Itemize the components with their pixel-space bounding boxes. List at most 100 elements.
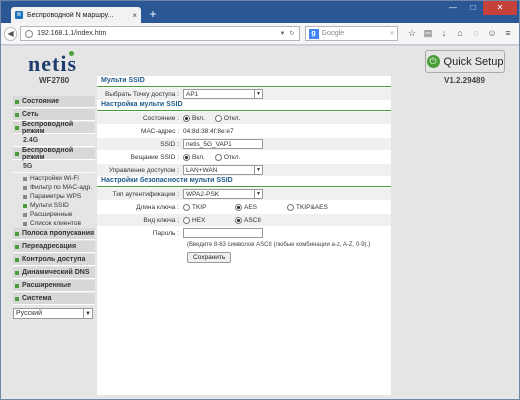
sidebar-item-bandwidth[interactable]: Полоса пропускания — [13, 228, 95, 240]
sidebar-item-forwarding[interactable]: Переадресация — [13, 241, 95, 253]
sidebar-sub-client-list[interactable]: Список клиентов — [13, 219, 95, 228]
bullet-icon — [23, 194, 27, 199]
section-title-multi-ssid-settings: Настройка мульти SSID — [97, 101, 391, 111]
bullet-icon — [15, 125, 19, 130]
ssid-input[interactable]: netis_5G_VAP1 — [183, 139, 263, 149]
keylen-row: Длина ключа : TKIP AES TKIP&AES — [97, 201, 391, 213]
sidebar-sub-multi-ssid[interactable]: Мульти SSID — [13, 201, 95, 210]
browser-tab[interactable]: n Беспроводной N маршру... × — [11, 7, 141, 23]
keytype-ascii-radio[interactable]: ASCII — [235, 216, 261, 224]
menu-icon[interactable]: ≡ — [500, 28, 516, 39]
password-row: Пароль : — [97, 227, 391, 239]
section-title-security: Настройки безопасности мульти SSID — [97, 177, 391, 187]
sidebar-item-ddns[interactable]: Динамический DNS — [13, 267, 95, 279]
maximize-button[interactable]: □ — [463, 1, 483, 15]
language-select[interactable]: Русский ▼ — [13, 308, 93, 319]
bookmark-star-icon[interactable]: ☆ — [404, 28, 420, 39]
password-input[interactable] — [183, 228, 263, 238]
sidebar-item-network[interactable]: Сеть — [13, 109, 95, 121]
search-input[interactable]: Google — [322, 30, 391, 37]
broadcast-on-radio[interactable]: Вкл. — [183, 153, 205, 161]
sidebar-sub-advanced[interactable]: Расширенные — [13, 210, 95, 219]
sidebar-sub-mac-filter[interactable]: Фильтр по MAC-адр. — [13, 183, 95, 192]
sidebar-sub-wps[interactable]: Параметры WPS — [13, 192, 95, 201]
version-label: V1.2.29489 — [444, 76, 485, 85]
reload-icon[interactable]: ↻ — [290, 30, 295, 37]
select-ap-dropdown[interactable]: AP1 ▼ — [183, 89, 263, 99]
bullet-icon — [23, 221, 27, 226]
password-hint: (Введите 8-63 символов ASCII (любые комб… — [187, 242, 371, 248]
keytype-hex-radio[interactable]: HEX — [183, 216, 225, 224]
bullet-icon — [23, 176, 27, 181]
logo-dot — [69, 51, 74, 56]
radio-circle — [214, 114, 222, 122]
save-button[interactable]: Сохранить — [187, 252, 232, 263]
access-label: Управление доступом : — [108, 166, 179, 174]
radio-circle — [287, 203, 294, 211]
broadcast-label: Вещание SSID : — [130, 153, 179, 161]
minimize-button[interactable]: — — [443, 1, 463, 15]
netis-favicon-icon: n — [15, 11, 23, 19]
sidebar-item-wireless-24[interactable]: Беспроводной режим — [13, 121, 95, 135]
radio-circle — [235, 216, 242, 224]
tab-title: Беспроводной N маршру... — [27, 11, 114, 19]
keylen-tkipaes-radio[interactable]: TKIP&AES — [287, 203, 328, 211]
sidebar-sub-wifi-settings[interactable]: Настройки Wi-Fi — [13, 174, 95, 183]
radio-circle — [183, 153, 190, 161]
language-value: Русский — [16, 310, 42, 317]
radio-circle — [183, 114, 190, 122]
clipboard-icon[interactable]: ▤ — [420, 28, 436, 39]
dropdown-arrow-icon[interactable]: ▼ — [280, 31, 286, 37]
mac-value: 04:8d:38:4f:8e:e7 — [183, 127, 234, 135]
auth-row: Тип аутентификации : WPA2-PSK ▼ — [97, 188, 391, 200]
quick-setup-button[interactable]: ⏻ Quick Setup — [425, 50, 505, 73]
chevron-down-icon: ▼ — [254, 90, 262, 98]
keylen-aes-radio[interactable]: AES — [235, 203, 277, 211]
broadcast-off-radio[interactable]: Откл. — [214, 153, 240, 161]
keytype-label: Вид ключа : — [143, 216, 179, 224]
bullet-icon — [15, 112, 19, 117]
bullet-icon — [15, 270, 19, 275]
bullet-icon — [15, 99, 19, 104]
sidebar-item-status[interactable]: Состояние — [13, 96, 95, 108]
bullet-icon — [23, 212, 27, 217]
section-title-multi-ssid: Мульти SSID — [97, 77, 391, 87]
home-icon[interactable]: ⌂ — [452, 28, 468, 39]
search-box[interactable]: g Google ⌕ — [304, 26, 398, 41]
keylen-tkip-radio[interactable]: TKIP — [183, 203, 225, 211]
back-icon[interactable]: ◀ — [4, 26, 18, 41]
bullet-icon — [15, 283, 19, 288]
main-content: Мульти SSID Выбрать Точку доступа : AP1 ▼… — [97, 76, 391, 395]
search-icon[interactable]: ⌕ — [390, 30, 394, 38]
sidebar-item-wireless-5[interactable]: Беспроводной режим — [13, 147, 95, 161]
sidebar-item-5g[interactable]: 5G — [13, 161, 95, 173]
state-on-radio[interactable]: Вкл. — [183, 114, 205, 122]
auth-dropdown[interactable]: WPA2-PSK ▼ — [183, 189, 263, 199]
close-window-button[interactable]: ✕ — [483, 1, 517, 15]
sidebar-item-advanced[interactable]: Расширенные — [13, 280, 95, 292]
new-tab-button[interactable]: + — [146, 7, 160, 21]
bullet-icon — [15, 244, 19, 249]
ssid-row: SSID : netis_5G_VAP1 — [97, 138, 391, 150]
chat-icon[interactable]: ☺ — [484, 28, 500, 39]
chevron-down-icon: ▼ — [83, 309, 92, 318]
router-page: netis ⏻ Quick Setup WF2780 V1.2.29489 Со… — [1, 46, 519, 399]
bullet-icon — [15, 296, 19, 301]
bullet-icon — [23, 203, 27, 208]
state-off-radio[interactable]: Откл. — [214, 114, 240, 122]
sidebar-item-access-control[interactable]: Контроль доступа — [13, 254, 95, 266]
pocket-icon[interactable]: ◌ — [468, 28, 484, 39]
download-icon[interactable]: ↓ — [436, 28, 452, 39]
radio-circle — [183, 216, 190, 224]
model-label: WF2780 — [39, 76, 70, 85]
sidebar-item-system[interactable]: Система — [13, 293, 95, 305]
access-dropdown[interactable]: LAN+WAN ▼ — [183, 165, 263, 175]
sidebar-item-24g[interactable]: 2.4G — [13, 135, 95, 147]
google-icon: g — [308, 28, 319, 39]
address-bar[interactable]: 192.168.1.1/index.htm ▼ ↻ — [20, 26, 300, 41]
radio-circle — [183, 203, 190, 211]
tab-close-icon[interactable]: × — [132, 11, 137, 20]
state-label: Состояние : — [142, 114, 179, 122]
tab-bar: n Беспроводной N маршру... × + — □ ✕ — [1, 1, 519, 23]
select-ap-label: Выбрать Точку доступа : — [105, 90, 179, 98]
